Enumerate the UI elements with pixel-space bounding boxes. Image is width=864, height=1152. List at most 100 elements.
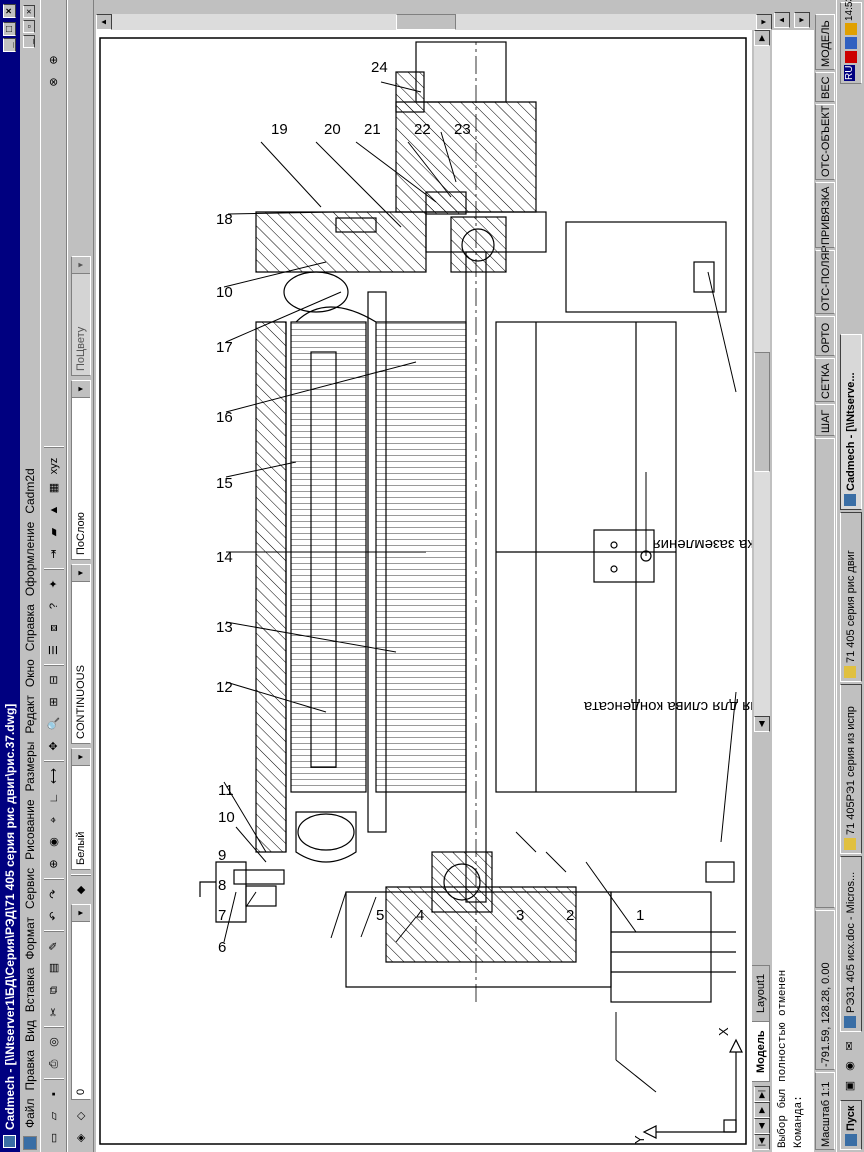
color-combobox[interactable]: Белый ▼ <box>71 748 91 870</box>
format-icon[interactable]: ▰ <box>45 522 63 542</box>
task-folder-1[interactable]: 71 405РЭ1 серия из испр <box>840 684 862 854</box>
drawing-canvas[interactable]: 1 2 3 4 5 6 7 8 9 10 11 12 13 14 15 16 1… <box>96 30 752 1152</box>
hscroll-thumb[interactable] <box>754 352 770 472</box>
horizontal-scrollbar[interactable]: ◀ ▶ <box>754 30 770 732</box>
title-bar[interactable]: Cadmech - [\\Ntserver1\БД\Серия\РЭД\71 4… <box>0 0 20 1152</box>
status-polar[interactable]: ОТС-ПОЛЯР <box>815 245 835 314</box>
status-otrack[interactable]: ОТС-ОБЪЕКТ <box>815 104 835 180</box>
vertical-scrollbar[interactable]: ▲ ▼ <box>96 14 772 30</box>
prev-tab-button[interactable]: ◀ <box>754 1118 770 1134</box>
measure-icon[interactable]: ⇥ <box>45 544 63 564</box>
maximize-button[interactable]: □ <box>3 22 16 36</box>
browser-icon[interactable]: ◉ <box>841 1056 859 1076</box>
status-lineweight[interactable]: ВЕС <box>815 72 835 102</box>
task-cadmech[interactable]: Cadmech - [\\Ntserve... <box>840 334 862 510</box>
status-osnap[interactable]: ПРИВЯЗКА <box>815 182 835 248</box>
open-icon[interactable]: ▱ <box>45 1106 63 1126</box>
menu-draw[interactable]: Рисование <box>20 795 40 863</box>
lineweight-combobox[interactable]: ПоСлою ▼ <box>71 380 91 560</box>
save-icon[interactable]: ▪ <box>45 1084 63 1104</box>
doc-restore-button[interactable]: ▫ <box>23 20 35 33</box>
distance-icon[interactable]: ⟷ <box>45 766 63 786</box>
print-icon[interactable]: ⎙ <box>45 1054 63 1074</box>
properties-icon[interactable]: ☰ <box>45 640 63 660</box>
linetype-combobox[interactable]: CONTINUOUS ▼ <box>71 564 91 744</box>
menu-insert[interactable]: Вставка <box>20 964 40 1017</box>
cmd-scroll-up[interactable]: ▲ <box>774 12 790 28</box>
task-word-doc[interactable]: РЭ31 405 исх.doc - Micros... <box>840 856 862 1032</box>
xyz-icon[interactable]: xyz <box>45 456 63 476</box>
menu-file[interactable]: Файл <box>20 1094 40 1132</box>
next-tab-button[interactable]: ▶ <box>754 1102 770 1118</box>
document-icon[interactable] <box>23 1136 37 1150</box>
command-scrollbar[interactable]: ▲ ▼ <box>772 0 814 30</box>
match-properties-icon[interactable]: ✎ <box>45 936 63 956</box>
paste-icon[interactable]: ▤ <box>45 958 63 978</box>
zoom-window-icon[interactable]: ⊞ <box>45 692 63 712</box>
make-current-icon[interactable]: ◆ <box>72 880 90 900</box>
eraser-icon[interactable]: ▲ <box>45 500 63 520</box>
status-model[interactable]: МОДЕЛЬ <box>815 14 835 70</box>
menu-modify[interactable]: Редакт <box>20 691 40 737</box>
mail-icon[interactable]: ✉ <box>841 1036 859 1056</box>
target-icon[interactable]: ⊕ <box>45 50 63 70</box>
web-icon[interactable]: ◉ <box>45 832 63 852</box>
network-icon[interactable] <box>845 37 857 49</box>
start-button[interactable]: Пуск <box>840 1100 862 1150</box>
help-icon[interactable]: ? <box>45 596 63 616</box>
preview-icon[interactable]: ◎ <box>45 1032 63 1052</box>
command-prompt[interactable]: Команда: <box>792 1095 806 1148</box>
last-tab-button[interactable]: ▶| <box>754 1086 770 1102</box>
tracking-icon[interactable]: ⌖ <box>45 810 63 830</box>
cut-icon[interactable]: ✂ <box>45 1002 63 1022</box>
scroll-thumb[interactable] <box>396 14 456 30</box>
show-desktop-icon[interactable]: ▣ <box>841 1076 859 1096</box>
language-indicator[interactable]: RU <box>844 64 855 81</box>
app-icon[interactable] <box>3 1135 16 1148</box>
menu-window[interactable]: Окно <box>20 655 40 691</box>
text-edit-icon[interactable]: ▦ <box>45 478 63 498</box>
minimize-button[interactable]: _ <box>3 38 16 52</box>
layer-manager-icon[interactable]: ◈ <box>72 1128 90 1148</box>
menu-help[interactable]: Справка <box>20 600 40 655</box>
menu-format[interactable]: Формат <box>20 913 40 964</box>
design-center-icon[interactable]: ⧈ <box>45 618 63 638</box>
snap-icon[interactable]: ✦ <box>45 574 63 594</box>
new-icon[interactable]: ▭ <box>45 1128 63 1148</box>
scroll-up-button[interactable]: ▲ <box>96 14 112 30</box>
menu-view[interactable]: Вид <box>20 1016 40 1046</box>
menu-dimension[interactable]: Размеры <box>20 738 40 796</box>
scroll-left-button[interactable]: ◀ <box>754 716 770 732</box>
layer-previous-icon[interactable]: ◇ <box>72 1106 90 1126</box>
status-grid[interactable]: СЕТКА <box>815 358 835 402</box>
zoom-previous-icon[interactable]: ⊟ <box>45 670 63 690</box>
volume-icon[interactable] <box>845 23 857 35</box>
status-snap[interactable]: ШАГ <box>815 404 835 436</box>
close-button[interactable]: × <box>3 4 16 18</box>
crosshair-icon[interactable]: ⊗ <box>45 72 63 92</box>
plotstyle-combobox[interactable]: ПоЦвету ▼ <box>71 256 91 376</box>
hyperlink-icon[interactable]: ⊕ <box>45 854 63 874</box>
scroll-down-button[interactable]: ▼ <box>756 14 772 30</box>
menu-design[interactable]: Оформление <box>20 518 40 600</box>
menu-cadm2d[interactable]: Cadm2d <box>20 464 40 517</box>
copy-icon[interactable]: ⧉ <box>45 980 63 1000</box>
tab-model[interactable]: Модель <box>752 1021 770 1082</box>
cmd-scroll-down[interactable]: ▼ <box>794 12 810 28</box>
menu-edit[interactable]: Правка <box>20 1046 40 1095</box>
layer-combobox[interactable]: 0 ▼ <box>71 904 91 1100</box>
doc-close-button[interactable]: × <box>23 5 35 18</box>
antivirus-icon[interactable] <box>845 51 857 63</box>
first-tab-button[interactable]: |◀ <box>754 1134 770 1150</box>
pan-icon[interactable]: ✥ <box>45 736 63 756</box>
task-folder-2[interactable]: 71 405 серия рис двиг <box>840 512 862 682</box>
doc-minimize-button[interactable]: _ <box>23 35 35 48</box>
zoom-realtime-icon[interactable]: 🔍 <box>45 714 63 734</box>
undo-icon[interactable]: ↶ <box>45 906 63 926</box>
tab-layout1[interactable]: Layout1 <box>752 964 770 1022</box>
redo-icon[interactable]: ↷ <box>45 884 63 904</box>
menu-tools[interactable]: Сервис <box>20 864 40 913</box>
scroll-right-button[interactable]: ▶ <box>754 30 770 46</box>
command-window[interactable]: Выбор был полностью отменен Команда: <box>772 0 814 1152</box>
status-ortho[interactable]: ОРТО <box>815 316 835 356</box>
